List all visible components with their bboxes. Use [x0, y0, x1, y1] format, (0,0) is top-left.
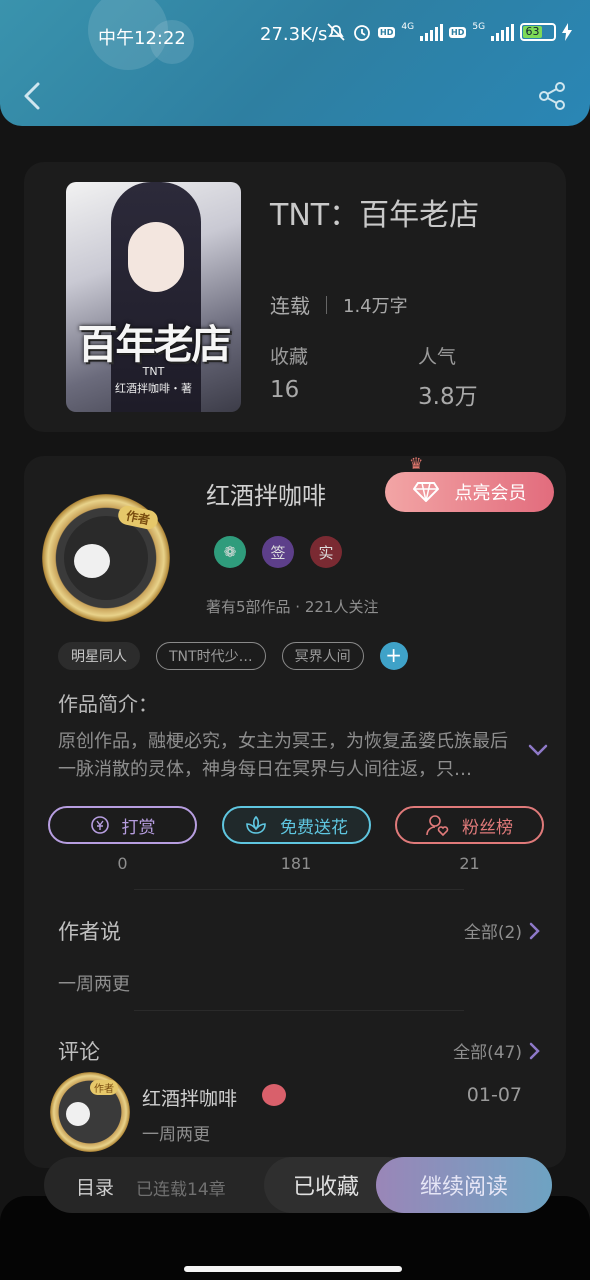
collect-stat: 收藏 16: [270, 342, 308, 403]
continue-reading-button[interactable]: 继续阅读: [376, 1157, 552, 1213]
comment-author-tag: 作者: [90, 1080, 118, 1095]
fans-rank-label: 粉丝榜: [462, 817, 513, 838]
author-avatar[interactable]: 作者: [42, 494, 170, 622]
avatar-art: [66, 1102, 90, 1126]
top-header: 中午12:22 27.3K/s HD 4G HD 5G 63: [0, 0, 590, 126]
cover-title: 百年老店: [77, 321, 232, 368]
home-indicator[interactable]: [184, 1266, 402, 1272]
avatar-image: [64, 516, 148, 600]
word-count: 1.4万字: [343, 295, 408, 317]
battery-icon: 63: [520, 23, 557, 41]
mute-bell-icon: [327, 23, 345, 41]
book-info-card: 百年老店 TNT 红酒拌咖啡・著 TNT：百年老店 连载 1.4万字 收藏 16…: [24, 162, 566, 432]
diamond-icon: [412, 482, 439, 502]
author-badges: ❁ 签 实: [214, 536, 342, 568]
alarm-icon: [354, 25, 370, 41]
flower-count: 181: [280, 854, 312, 873]
status-bar: 中午12:22 27.3K/s HD 4G HD 5G 63: [0, 22, 590, 50]
comments-all-link[interactable]: 全部(47): [453, 1038, 542, 1063]
battery-level: 63: [523, 26, 542, 38]
avatar-art: [74, 544, 110, 578]
comment-text[interactable]: 一周两更: [142, 1120, 210, 1145]
author-say-text: 一周两更: [58, 974, 130, 995]
back-arrow-icon[interactable]: [18, 78, 48, 114]
tag-item[interactable]: 冥界人间: [281, 642, 364, 670]
collect-value: 16: [270, 377, 300, 403]
realname-badge[interactable]: 实: [310, 536, 342, 568]
divider: [326, 295, 327, 314]
collected-label: 已收藏: [292, 1175, 359, 1200]
popularity-stat: 人气 3.8万: [418, 342, 478, 411]
network-speed: 27.3K/s: [260, 24, 328, 45]
signed-badge[interactable]: 签: [262, 536, 294, 568]
author-say-all-link[interactable]: 全部(2): [464, 918, 542, 943]
vip-diamond-icon: [262, 1084, 286, 1106]
add-tag-icon[interactable]: +: [379, 642, 408, 670]
author-meta: 著有5部作品 · 221人关注: [206, 598, 379, 616]
fans-rank-button[interactable]: 粉丝榜: [395, 806, 544, 844]
collect-label: 收藏: [270, 346, 309, 368]
status-time: 中午12:22: [98, 28, 186, 49]
author-name[interactable]: 红酒拌咖啡: [206, 476, 326, 511]
reward-action: 打赏 0: [48, 806, 197, 873]
hd-badge: HD: [378, 26, 396, 38]
author-detail-card: 作者 红酒拌咖啡 ♛ 点亮会员 ❁ 签 实 著有5部作品 · 221人关注 明星…: [24, 454, 566, 1168]
cover-author: 红酒拌咖啡・著: [115, 382, 192, 395]
reward-label: 打赏: [121, 817, 156, 838]
crown-icon: ♛: [409, 454, 424, 473]
chevron-right-icon: [529, 922, 540, 939]
charging-icon: [562, 23, 573, 41]
chevron-down-icon[interactable]: [524, 740, 552, 760]
comment-date: 01-07: [466, 1084, 522, 1106]
coin-icon: [90, 816, 109, 834]
continue-reading-label: 继续阅读: [419, 1175, 508, 1200]
cover-art: [128, 222, 184, 292]
flower-action: 免费送花 181: [221, 806, 371, 873]
popularity-value: 3.8万: [418, 384, 478, 410]
net-4g-label: 4G: [401, 22, 415, 32]
bottom-action-bar: 目录 已连载14章 已收藏 继续阅读: [44, 1157, 552, 1213]
action-row: 打赏 0 免费送花 181 粉丝榜 21: [48, 806, 544, 873]
signal-icon: [491, 23, 515, 41]
fans-count: 21: [459, 854, 480, 873]
author-say-all-label: 全部(2): [463, 923, 522, 943]
divider: [134, 889, 464, 890]
divider: [134, 1010, 464, 1011]
intro-text: 原创作品，融梗必究，女主为冥王，为恢复孟婆氏族最后一脉消散的灵体，神身每日在冥界…: [58, 731, 508, 780]
toc-button[interactable]: 目录: [76, 1173, 114, 1200]
vip-button[interactable]: ♛ 点亮会员: [385, 454, 554, 512]
tag-item[interactable]: TNT时代少…: [156, 642, 266, 670]
book-tags: 明星同人 TNT时代少… 冥界人间 +: [58, 642, 408, 670]
flower-icon: [246, 815, 266, 834]
popularity-label: 人气: [418, 346, 457, 368]
hd-badge: HD: [449, 26, 467, 38]
reward-button[interactable]: 打赏: [48, 806, 197, 844]
comments-title: 评论: [58, 1040, 100, 1064]
free-flower-button[interactable]: 免费送花: [221, 806, 371, 844]
intro-title: 作品简介：: [58, 692, 158, 716]
book-status-row: 连载 1.4万字: [270, 290, 408, 319]
serial-status: 连载: [270, 294, 310, 318]
vip-button-label: 点亮会员: [454, 483, 527, 504]
author-say-title: 作者说: [58, 920, 121, 944]
net-5g-label: 5G: [472, 22, 486, 32]
comment-avatar[interactable]: 作者: [50, 1072, 130, 1152]
verified-flower-badge-icon[interactable]: ❁: [214, 536, 246, 568]
chevron-right-icon: [529, 1042, 540, 1059]
status-icons: HD 4G HD 5G 63: [326, 22, 573, 42]
book-cover[interactable]: 百年老店 TNT 红酒拌咖啡・著: [66, 182, 241, 412]
tag-item[interactable]: 明星同人: [58, 642, 140, 670]
reward-count: 0: [117, 854, 128, 873]
comments-all-label: 全部(47): [453, 1043, 522, 1063]
share-icon[interactable]: [536, 80, 568, 112]
free-flower-label: 免费送花: [280, 817, 348, 838]
signal-icon: [420, 23, 444, 41]
cover-series: TNT: [142, 365, 165, 378]
book-title: TNT：百年老店: [270, 198, 480, 233]
user-heart-icon: [426, 815, 449, 836]
comment-user-name[interactable]: 红酒拌咖啡: [142, 1084, 237, 1111]
toc-status: 已连载14章: [136, 1180, 226, 1200]
fans-action: 粉丝榜 21: [395, 806, 544, 873]
